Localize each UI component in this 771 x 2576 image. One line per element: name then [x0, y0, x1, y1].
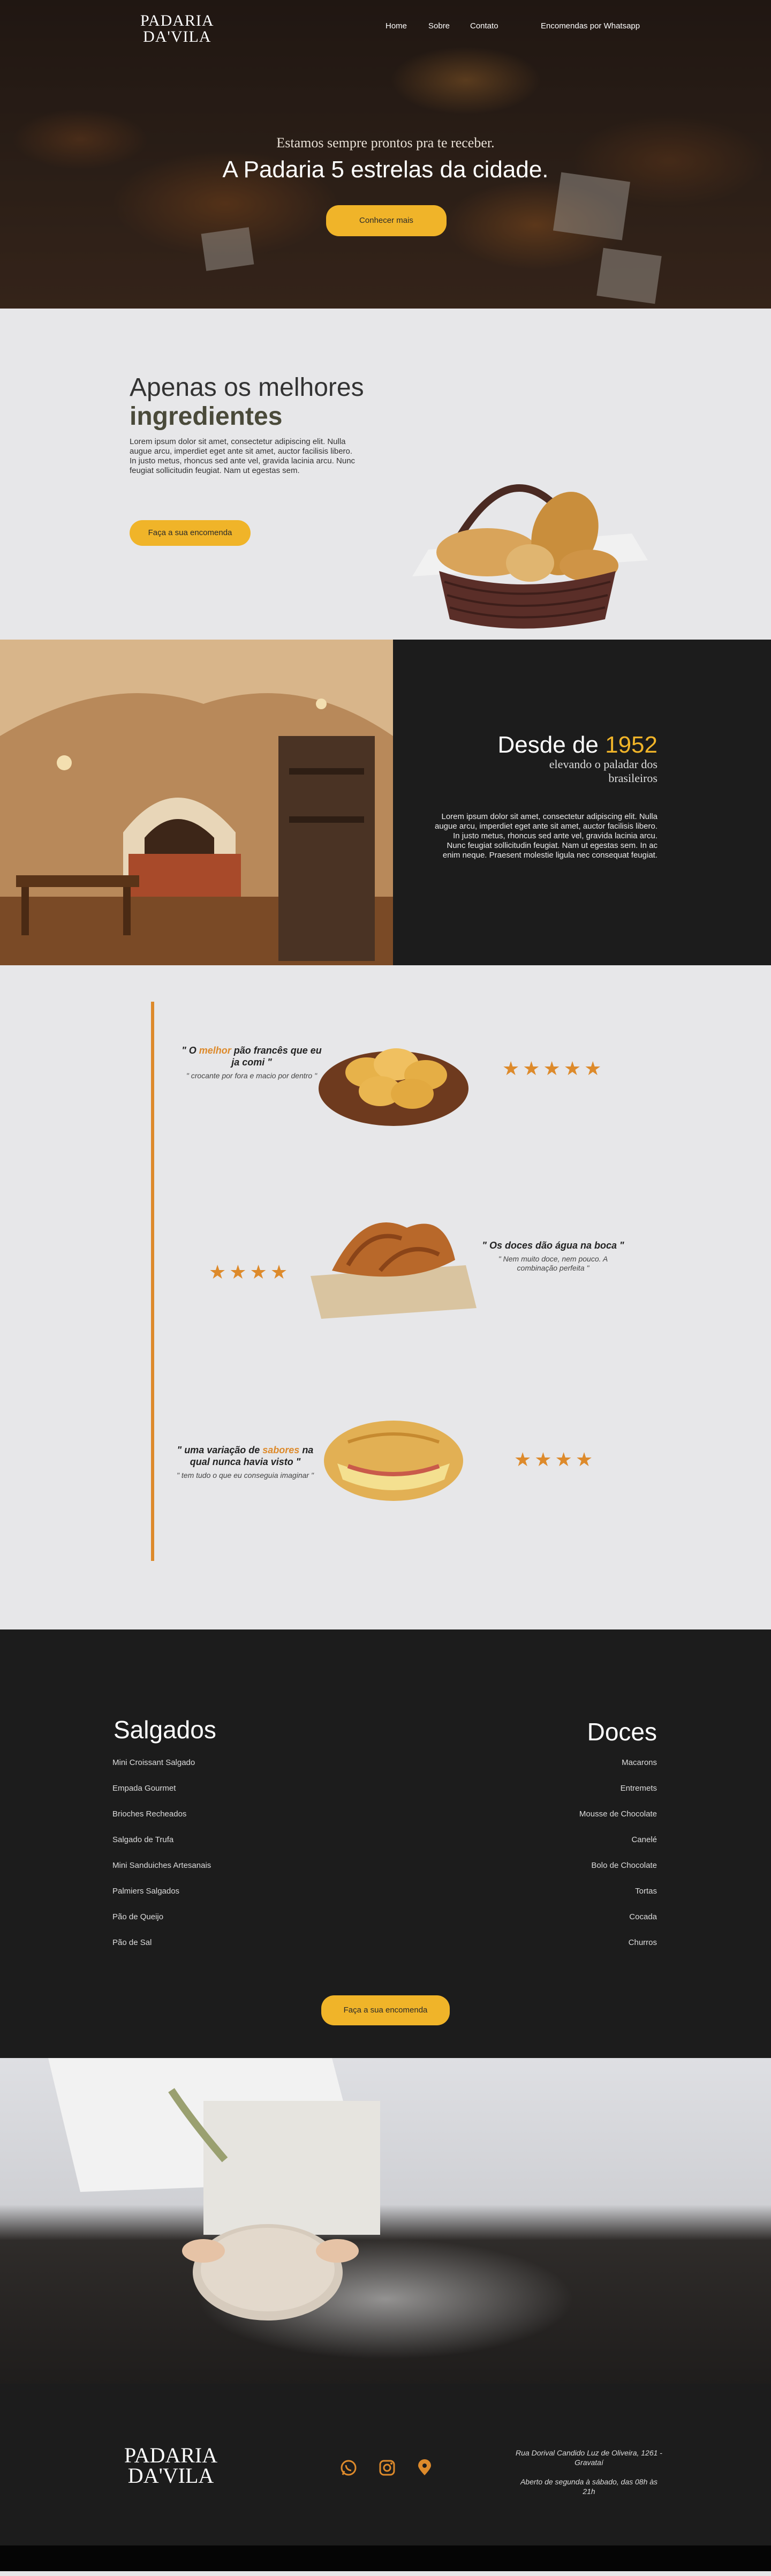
- nav-contato-link[interactable]: Contato: [470, 21, 498, 31]
- ingredients-title-line2: ingredientes: [130, 402, 283, 431]
- review-quote: " uma variação de sabores na qual nunca …: [177, 1445, 314, 1467]
- review-comment: " Nem muito doce, nem pouco. A combinaçã…: [498, 1255, 608, 1272]
- navbar: PADARIA DA'VILA Home Sobre Contato Encom…: [0, 0, 771, 54]
- list-item: Bolo de Chocolate: [591, 1861, 657, 1870]
- review-comment: " crocante por fora e macio por dentro ": [186, 1071, 318, 1080]
- list-item: Mousse de Chocolate: [579, 1809, 657, 1819]
- location-pin-icon[interactable]: [415, 2459, 434, 2477]
- footer-address-block: Rua Dorival Candido Luz de Oliveira, 126…: [514, 2448, 664, 2496]
- nav-sobre-link[interactable]: Sobre: [428, 21, 450, 31]
- conhecer-mais-button[interactable]: Conhecer mais: [326, 205, 447, 236]
- whatsapp-icon[interactable]: [339, 2459, 358, 2477]
- doces-title: Doces: [587, 1718, 657, 1746]
- review-2-stars: ★★★★: [209, 1261, 291, 1283]
- history-subtitle: elevando o paladar dos brasileiros: [549, 757, 657, 785]
- list-item: Churros: [628, 1938, 657, 1947]
- bread-basket-image: [412, 484, 648, 629]
- ingredients-description: Lorem ipsum dolor sit amet, consectetur …: [130, 437, 356, 475]
- list-item: Mini Croissant Salgado: [112, 1758, 195, 1767]
- hero-title: A Padaria 5 estrelas da cidade.: [222, 156, 549, 183]
- brand-logo[interactable]: PADARIA DA'VILA: [140, 13, 214, 45]
- timeline-line: [151, 1002, 154, 1561]
- list-item: Tortas: [635, 1887, 657, 1896]
- price-tag: [201, 227, 254, 271]
- ingredients-title-line1: Apenas os melhores: [130, 373, 364, 402]
- nav-home-link[interactable]: Home: [386, 21, 407, 31]
- history-section: Desde de 1952 elevando o paladar dos bra…: [0, 640, 771, 965]
- ingredients-section: Apenas os melhores ingredientes Lorem ip…: [0, 309, 771, 640]
- hero-subtitle: Estamos sempre prontos pra te receber.: [276, 135, 495, 151]
- menu-order-button[interactable]: Faça a sua encomenda: [321, 1995, 450, 2025]
- history-title: Desde de 1952: [497, 732, 657, 758]
- list-item: Salgado de Trufa: [112, 1835, 174, 1844]
- baker-kneading-dough-image: [48, 2058, 380, 2320]
- opening-hours-text: Aberto de segunda à sábado, das 08h às 2…: [520, 2477, 658, 2496]
- address-text: Rua Dorival Candido Luz de Oliveira, 126…: [516, 2449, 662, 2467]
- review-3-stars: ★★★★: [514, 1448, 596, 1470]
- salgados-title: Salgados: [114, 1716, 216, 1744]
- list-item: Empada Gourmet: [112, 1784, 176, 1793]
- history-description: Lorem ipsum dolor sit amet, consectetur …: [434, 812, 657, 860]
- footer: PADARIA DA'VILA Rua Dorival Candido Luz …: [0, 2384, 771, 2545]
- reviews-section: " O melhor pão francês que eu ja comi " …: [0, 965, 771, 1629]
- list-item: Canelé: [631, 1835, 657, 1844]
- instagram-icon[interactable]: [378, 2459, 396, 2477]
- hero-section: PADARIA DA'VILA Home Sobre Contato Encom…: [0, 0, 771, 309]
- list-item: Macarons: [622, 1758, 657, 1767]
- list-item: Brioches Recheados: [112, 1809, 187, 1819]
- list-item: Mini Sanduiches Artesanais: [112, 1861, 211, 1870]
- list-item: Entremets: [620, 1784, 657, 1793]
- price-sign: [596, 247, 662, 304]
- list-item: Palmiers Salgados: [112, 1887, 180, 1896]
- nav-whatsapp-link[interactable]: Encomendas por Whatsapp: [541, 21, 640, 31]
- footer-logo[interactable]: PADARIA DA'VILA: [124, 2445, 217, 2487]
- review-quote: " Os doces dão água na boca ": [482, 1240, 624, 1251]
- list-item: Pão de Queijo: [112, 1912, 164, 1921]
- review-1: " O melhor pão francês que eu ja comi " …: [177, 1045, 327, 1080]
- stuffed-brioche-image: [324, 1421, 463, 1501]
- salgados-list: Mini Croissant Salgado Empada Gourmet Br…: [112, 1758, 211, 1964]
- bread-rolls-basket-image: [319, 1048, 468, 1126]
- croissant-pastry-image: [311, 1222, 477, 1319]
- review-quote: " O melhor pão francês que eu ja comi ": [182, 1045, 322, 1068]
- bottom-bar: [0, 2545, 771, 2571]
- list-item: Cocada: [629, 1912, 657, 1921]
- founding-year: 1952: [605, 732, 657, 758]
- review-comment: " tem tudo o que eu conseguia imaginar ": [177, 1471, 314, 1479]
- old-bakery-photo: [0, 640, 393, 965]
- review-2: " Os doces dão água na boca " " Nem muit…: [478, 1240, 628, 1273]
- menu-section: Salgados Mini Croissant Salgado Empada G…: [0, 1629, 771, 2058]
- dough-photo-section: [0, 2058, 771, 2384]
- order-button[interactable]: Faça a sua encomenda: [130, 520, 251, 546]
- review-1-stars: ★★★★★: [502, 1057, 605, 1079]
- review-3: " uma variação de sabores na qual nunca …: [170, 1444, 320, 1480]
- list-item: Pão de Sal: [112, 1938, 152, 1947]
- doces-list: Macarons Entremets Mousse de Chocolate C…: [579, 1758, 657, 1964]
